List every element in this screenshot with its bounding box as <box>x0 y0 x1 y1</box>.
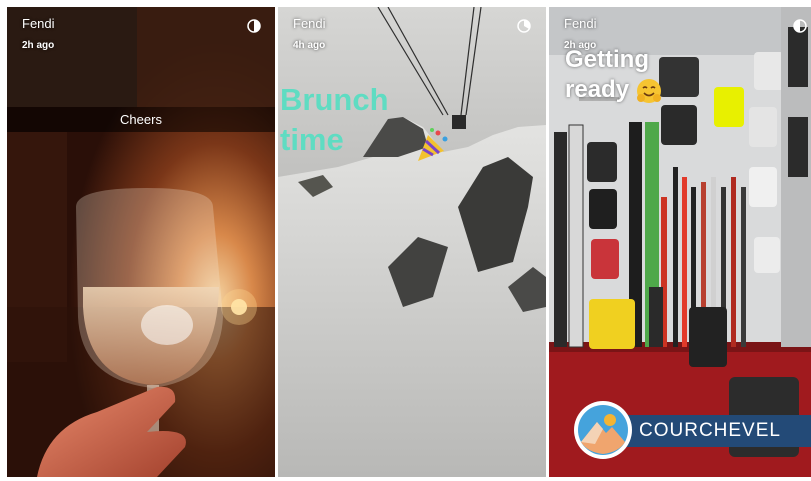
story-panel-cheers[interactable]: Fendi 2h ago Cheers <box>7 7 275 477</box>
story-caption: Cheers <box>7 107 275 132</box>
brunch-sticker: Brunch time <box>280 80 389 160</box>
story-username: Fendi <box>293 16 326 31</box>
courchevel-geofilter: COURCHEVEL <box>573 400 811 460</box>
story-timer-icon <box>793 19 807 33</box>
geofilter-label: COURCHEVEL <box>639 420 781 441</box>
story-grid: Fendi 2h ago Cheers Fendi 4h ago Brunch … <box>0 0 811 481</box>
party-popper-icon <box>418 128 448 161</box>
ready-sticker-line1: Getting <box>565 46 649 73</box>
story-timestamp: 2h ago <box>22 40 55 51</box>
story-timer-icon <box>247 19 261 33</box>
story-timestamp: 4h ago <box>293 40 326 51</box>
story-username: Fendi <box>564 16 597 31</box>
brunch-sticker-line1: Brunch <box>280 82 389 117</box>
ready-sticker-line2: ready <box>565 76 630 103</box>
ready-sticker-line2-row: ready <box>565 75 662 105</box>
getting-ready-sticker: Getting ready <box>565 45 662 105</box>
mountain-badge-icon <box>574 401 632 459</box>
story-timer-icon <box>517 19 531 33</box>
story-username: Fendi <box>22 16 55 31</box>
brunch-sticker-line2: time <box>280 122 344 157</box>
wine-glass-photo <box>7 7 275 477</box>
mountain-cable-car-photo <box>278 7 546 477</box>
story-panel-ski-shop[interactable]: Fendi 2h ago Getting ready COURCHEVEL <box>549 7 811 477</box>
hugging-face-icon <box>636 78 661 103</box>
story-panel-brunch[interactable]: Fendi 4h ago Brunch time <box>278 7 546 477</box>
